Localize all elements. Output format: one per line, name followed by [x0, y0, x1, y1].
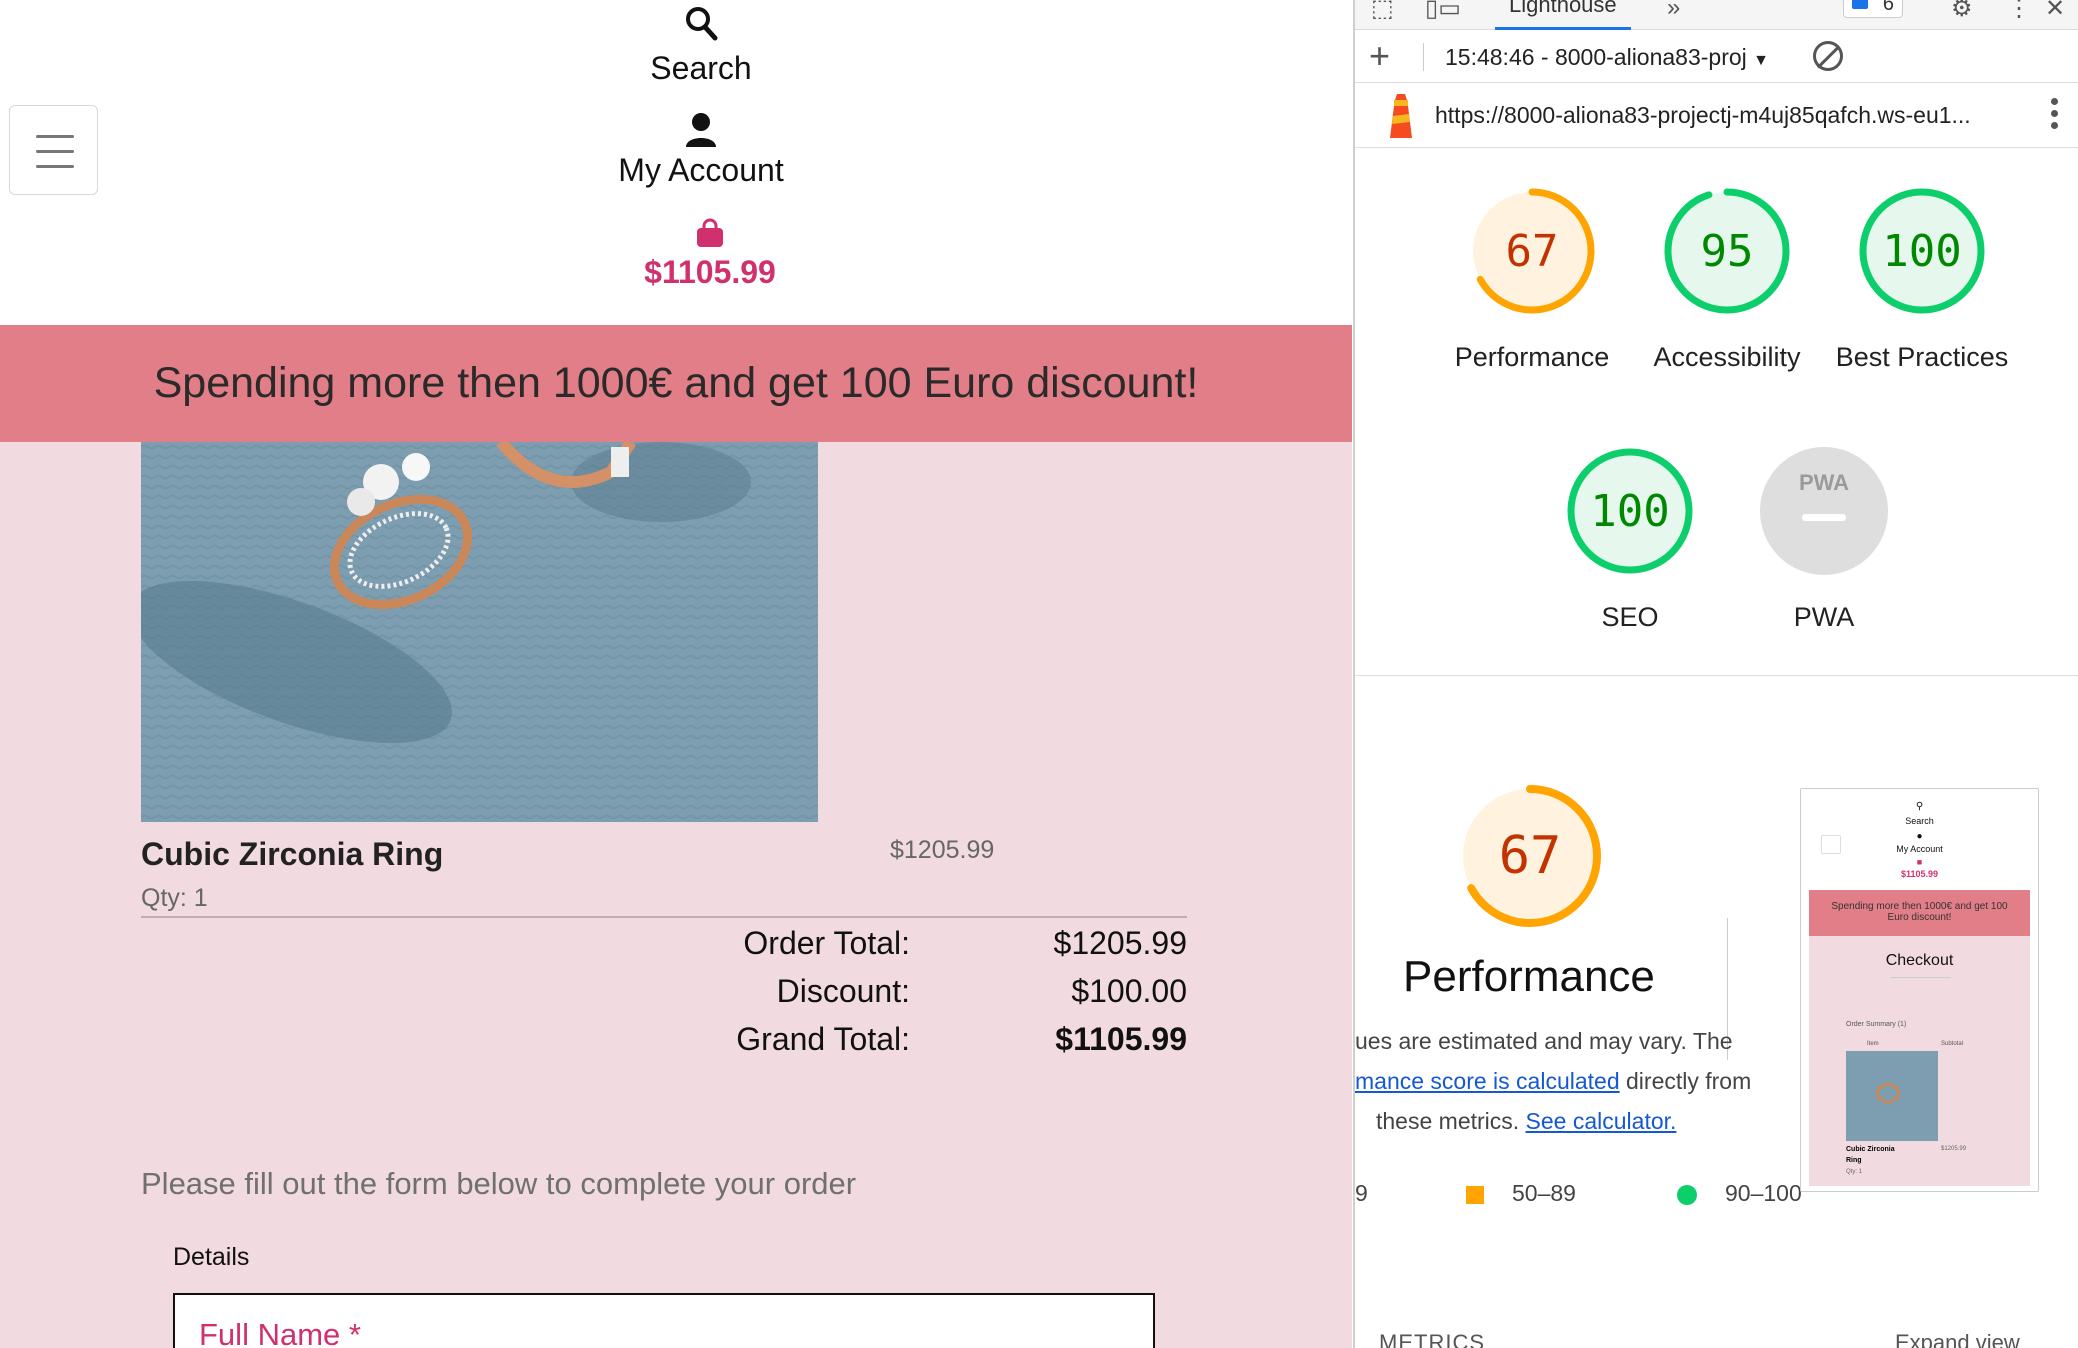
svg-text:PWA: PWA — [1799, 470, 1849, 495]
legend-pass: 90–100 — [1725, 1180, 1802, 1206]
performance-detail-score: 67 — [1498, 826, 1562, 886]
bag-total: $1105.99 — [644, 254, 776, 290]
menu-icon — [36, 135, 74, 138]
search-link[interactable]: Search — [551, 0, 851, 87]
order-total-value: $1205.99 — [1053, 925, 1187, 961]
close-icon[interactable]: ✕ — [2045, 0, 2065, 23]
search-icon — [686, 7, 718, 41]
audited-url: https://8000-aliona83-projectj-m4uj85qaf… — [1435, 102, 1971, 128]
accessibility-gauge[interactable]: 95 — [1662, 186, 1792, 316]
user-icon — [686, 113, 716, 147]
report-toolbar: + 15:48:46 - 8000-aliona83-proj ▼ — [1355, 31, 2078, 83]
devtools-toolbar: ⬚ ▯▭ Lighthouse » 6 ⚙ ⋮ ✕ — [1355, 0, 2078, 30]
dropdown-caret-icon: ▼ — [1753, 52, 1770, 69]
see-calculator-link[interactable]: See calculator. — [1526, 1108, 1677, 1134]
discount-banner: Spending more then 1000€ and get 100 Eur… — [0, 325, 1352, 442]
form-instructions: Please fill out the form below to comple… — [141, 1166, 857, 1201]
kebab-menu-icon[interactable]: ⋮ — [2007, 0, 2031, 23]
site-header: Search My Account $1105.99 — [0, 0, 1352, 325]
summary-divider — [141, 916, 1187, 918]
lighthouse-logo-icon — [1390, 94, 1412, 138]
legend-average-square — [1466, 1186, 1484, 1204]
product-price: $1205.99 — [890, 836, 995, 864]
new-report-icon[interactable]: + — [1369, 35, 1390, 77]
clear-reports-icon[interactable] — [1813, 41, 1843, 71]
seo-score: 100 — [1590, 485, 1670, 537]
inspect-element-icon[interactable]: ⬚ — [1371, 0, 1394, 23]
performance-gauge[interactable]: 67 — [1467, 186, 1597, 316]
performance-desc-line2: mance score is calculated directly from — [1355, 1068, 1752, 1094]
my-account-link[interactable]: My Account — [551, 110, 851, 189]
site-viewport: Search My Account $1105.99 Spending more… — [0, 0, 1352, 1348]
report-selector[interactable]: 15:48:46 - 8000-aliona83-proj ▼ — [1445, 44, 1769, 71]
score-calculation-link[interactable]: mance score is calculated — [1355, 1068, 1620, 1094]
thumb-search-icon: ⚲ — [1915, 801, 1924, 812]
ring-photo — [141, 442, 818, 822]
url-bar: https://8000-aliona83-projectj-m4uj85qaf… — [1355, 84, 2078, 148]
details-legend: Details — [173, 1243, 250, 1271]
devtools-panel: ⬚ ▯▭ Lighthouse » 6 ⚙ ⋮ ✕ + 15:48:46 - 8… — [1353, 0, 2078, 1348]
banner-text: Spending more then 1000€ and get 100 Eur… — [153, 359, 1199, 407]
shopping-bag-icon — [697, 218, 723, 247]
page-screenshot-thumbnail[interactable]: ⚲ Search ● My Account ■ $1105.99 Spendin… — [1800, 788, 2039, 1192]
more-tabs-icon[interactable]: » — [1667, 0, 1680, 22]
settings-gear-icon[interactable]: ⚙ — [1951, 0, 1973, 23]
best-practices-gauge[interactable]: 100 — [1857, 186, 1987, 316]
pwa-gauge[interactable]: PWA — [1759, 446, 1889, 576]
legend-average: 50–89 — [1512, 1180, 1576, 1206]
product-name: Cubic Zirconia Ring — [141, 836, 444, 872]
grand-total-label: Grand Total: — [736, 1021, 910, 1057]
full-name-placeholder: Full Name * — [199, 1317, 361, 1348]
product-image — [141, 442, 818, 822]
tab-lighthouse[interactable]: Lighthouse — [1495, 0, 1631, 30]
performance-desc-line3: these metrics. See calculator. — [1376, 1108, 1677, 1134]
best-practices-label: Best Practices — [1835, 342, 2009, 372]
discount-value: $100.00 — [1071, 973, 1187, 1009]
shopping-bag-link[interactable]: $1105.99 — [560, 218, 860, 291]
product-quantity: Qty: 1 — [141, 884, 208, 912]
performance-desc-line1: ues are estimated and may vary. The — [1355, 1028, 1733, 1054]
legend-fail: 9 — [1355, 1180, 1368, 1206]
legend-pass-dot — [1677, 1185, 1697, 1205]
discount-label: Discount: — [776, 973, 910, 1009]
device-toolbar-icon[interactable]: ▯▭ — [1425, 0, 1461, 23]
thumb-product-image — [1846, 1051, 1938, 1141]
issues-badge[interactable]: 6 — [1843, 0, 1903, 18]
my-account-label: My Account — [618, 152, 784, 188]
thumb-menu-icon — [1821, 835, 1841, 854]
accessibility-score: 95 — [1700, 225, 1754, 277]
best-practices-score: 100 — [1882, 225, 1962, 277]
message-icon — [1852, 0, 1868, 9]
performance-label: Performance — [1454, 342, 1610, 372]
metrics-heading: METRICS — [1379, 1330, 1485, 1348]
full-name-input[interactable]: Full Name * — [173, 1293, 1155, 1348]
url-menu-icon[interactable] — [2051, 98, 2059, 134]
menu-toggle-button[interactable] — [9, 105, 98, 195]
seo-gauge[interactable]: 100 — [1565, 446, 1695, 576]
seo-label: SEO — [1601, 602, 1659, 632]
performance-score: 67 — [1505, 225, 1559, 277]
expand-view-toggle[interactable]: Expand view — [1895, 1330, 2020, 1348]
pwa-badge-icon: PWA — [1760, 447, 1888, 575]
grand-total-value: $1105.99 — [1055, 1021, 1187, 1057]
search-label: Search — [650, 50, 752, 86]
performance-detail-gauge: 67 — [1456, 782, 1604, 930]
pwa-label: PWA — [1793, 602, 1855, 632]
order-total-label: Order Total: — [743, 925, 910, 961]
accessibility-label: Accessibility — [1653, 342, 1801, 372]
performance-title: Performance — [1403, 952, 1655, 1001]
